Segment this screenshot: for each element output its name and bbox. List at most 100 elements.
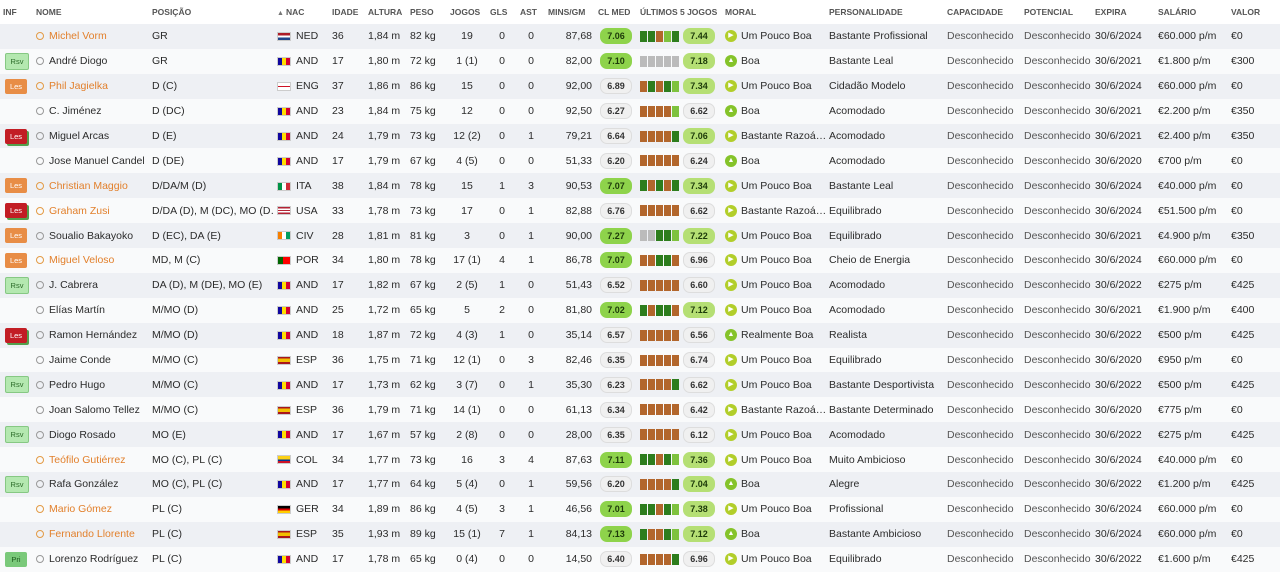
player-name[interactable]: Jose Manuel Candel (49, 155, 145, 167)
player-name[interactable]: J. Cabrera (49, 279, 98, 291)
table-row[interactable]: Joan Salomo Tellez M/MO (C) ESP 36 1,79 … (0, 397, 1280, 423)
table-row[interactable]: Les Miguel Veloso MD, M (C) POR 34 1,80 … (0, 248, 1280, 273)
status-badge[interactable]: Rsv (5, 426, 29, 444)
player-name[interactable]: Phil Jagielka (49, 80, 108, 92)
col-ast[interactable]: AST (517, 0, 545, 24)
table-row[interactable]: Rsv André Diogo GR AND 17 1,80 m 72 kg 1… (0, 48, 1280, 74)
status-badge[interactable]: Les (5, 128, 27, 144)
table-row[interactable]: Fernando Llorente PL (C) ESP 35 1,93 m 8… (0, 521, 1280, 547)
table-row[interactable]: Elías Martín M/MO (D) AND 25 1,72 m 65 k… (0, 297, 1280, 323)
table-row[interactable]: Les Phil Jagielka D (C) ENG 37 1,86 m 86… (0, 73, 1280, 99)
name-cell[interactable]: Joan Salomo Tellez (33, 397, 149, 423)
table-row[interactable]: Pri Lorenzo Rodríguez PL (C) AND 17 1,78… (0, 546, 1280, 572)
status-badge[interactable]: Rsv (5, 276, 29, 294)
table-row[interactable]: Rsv J. Cabrera DA (D), M (DE), MO (E) AN… (0, 272, 1280, 298)
name-cell[interactable]: Teófilo Gutiérrez (33, 447, 149, 473)
table-row[interactable]: Rsv Rafa González MO (C), PL (C) AND 17 … (0, 472, 1280, 497)
status-badge[interactable]: Rsv (5, 475, 29, 493)
name-cell[interactable]: Rafa González (33, 472, 149, 497)
table-row[interactable]: Jose Manuel Candel D (DE) AND 17 1,79 m … (0, 148, 1280, 174)
name-cell[interactable]: J. Cabrera (33, 272, 149, 298)
table-row[interactable]: Rsv Pedro Hugo M/MO (C) AND 17 1,73 m 62… (0, 372, 1280, 398)
table-row[interactable]: Les Christian Maggio D/DA/M (D) ITA 38 1… (0, 173, 1280, 199)
status-badge[interactable]: Les (5, 252, 27, 268)
player-name[interactable]: Lorenzo Rodríguez (49, 553, 138, 565)
name-cell[interactable]: Soualio Bakayoko (33, 223, 149, 249)
player-name[interactable]: Miguel Arcas (49, 130, 109, 142)
player-name[interactable]: Pedro Hugo (49, 379, 105, 391)
name-cell[interactable]: Graham Zusi (33, 198, 149, 224)
col-valor[interactable]: VALOR (1228, 0, 1280, 24)
table-row[interactable]: Les Miguel Arcas D (E) AND 24 1,79 m 73 … (0, 123, 1280, 149)
status-badge[interactable]: Les (5, 327, 27, 343)
col-idade[interactable]: IDADE (329, 0, 365, 24)
col-moral[interactable]: MORAL (722, 0, 826, 24)
status-badge[interactable]: Pri (5, 551, 27, 567)
player-name[interactable]: André Diogo (49, 55, 107, 67)
table-row[interactable]: Jaime Conde M/MO (C) ESP 36 1,75 m 71 kg… (0, 347, 1280, 373)
name-cell[interactable]: C. Jiménez (33, 98, 149, 124)
col-nome[interactable]: NOME (33, 0, 149, 24)
table-row[interactable]: Les Graham Zusi D/DA (D), M (DC), MO (D…… (0, 198, 1280, 224)
name-cell[interactable]: Pedro Hugo (33, 372, 149, 398)
name-cell[interactable]: Fernando Llorente (33, 521, 149, 547)
status-badge[interactable]: Les (5, 203, 27, 219)
name-cell[interactable]: Miguel Arcas (33, 123, 149, 149)
col-mins[interactable]: MINS/GM (545, 0, 595, 24)
player-name[interactable]: Miguel Veloso (49, 254, 114, 266)
name-cell[interactable]: Lorenzo Rodríguez (33, 546, 149, 572)
table-row[interactable]: C. Jiménez D (DC) AND 23 1,84 m 75 kg 12… (0, 98, 1280, 124)
col-ultimos[interactable]: ÚLTIMOS 5 JOGOS (637, 0, 722, 24)
player-name[interactable]: Michel Vorm (49, 30, 107, 42)
name-cell[interactable]: Miguel Veloso (33, 248, 149, 273)
table-row[interactable]: Les Soualio Bakayoko D (EC), DA (E) CIV … (0, 223, 1280, 249)
wage: €40.000 p/m (1155, 173, 1228, 199)
player-name[interactable]: C. Jiménez (49, 105, 102, 117)
player-name[interactable]: Fernando Llorente (49, 528, 135, 540)
col-capacidade[interactable]: CAPACIDADE (944, 0, 1021, 24)
col-posicao[interactable]: POSIÇÃO (149, 0, 274, 24)
name-cell[interactable]: André Diogo (33, 48, 149, 74)
col-gls[interactable]: GLS (487, 0, 517, 24)
name-cell[interactable]: Jose Manuel Candel (33, 148, 149, 174)
col-salario[interactable]: SALÁRIO (1155, 0, 1228, 24)
col-altura[interactable]: ALTURA (365, 0, 407, 24)
col-potencial[interactable]: POTENCIAL (1021, 0, 1092, 24)
col-clmed[interactable]: CL MED (595, 0, 637, 24)
name-cell[interactable]: Diogo Rosado (33, 422, 149, 448)
name-cell[interactable]: Phil Jagielka (33, 73, 149, 99)
player-name[interactable]: Rafa González (49, 478, 118, 490)
table-row[interactable]: Michel Vorm GR NED 36 1,84 m 82 kg 19 0 … (0, 24, 1280, 49)
name-cell[interactable]: Jaime Conde (33, 347, 149, 373)
player-name[interactable]: Mario Gómez (49, 503, 112, 515)
status-badge[interactable]: Rsv (5, 376, 29, 394)
player-name[interactable]: Teófilo Gutiérrez (49, 454, 125, 466)
player-name[interactable]: Jaime Conde (49, 354, 111, 366)
name-cell[interactable]: Christian Maggio (33, 173, 149, 199)
player-name[interactable]: Joan Salomo Tellez (49, 404, 140, 416)
col-nac[interactable]: ▲ NAC (274, 0, 329, 24)
player-name[interactable]: Ramon Hernández (49, 329, 137, 341)
status-badge[interactable]: Rsv (5, 52, 29, 70)
col-inf[interactable]: INF (0, 0, 33, 24)
table-row[interactable]: Mario Gómez PL (C) GER 34 1,89 m 86 kg 4… (0, 496, 1280, 522)
table-row[interactable]: Teófilo Gutiérrez MO (C), PL (C) COL 34 … (0, 447, 1280, 473)
name-cell[interactable]: Ramon Hernández (33, 322, 149, 348)
name-cell[interactable]: Elías Martín (33, 297, 149, 323)
col-jogos[interactable]: JOGOS (447, 0, 487, 24)
player-name[interactable]: Graham Zusi (49, 205, 110, 217)
col-expira[interactable]: EXPIRA (1092, 0, 1155, 24)
table-row[interactable]: Les Ramon Hernández M/MO (D) AND 18 1,87… (0, 322, 1280, 348)
name-cell[interactable]: Mario Gómez (33, 496, 149, 522)
status-badge[interactable]: Les (5, 228, 27, 244)
col-personalidade[interactable]: PERSONALIDADE (826, 0, 944, 24)
player-name[interactable]: Diogo Rosado (49, 429, 116, 441)
player-name[interactable]: Soualio Bakayoko (49, 230, 133, 242)
table-row[interactable]: Rsv Diogo Rosado MO (E) AND 17 1,67 m 57… (0, 422, 1280, 448)
status-badge[interactable]: Les (5, 178, 27, 194)
name-cell[interactable]: Michel Vorm (33, 24, 149, 49)
col-peso[interactable]: PESO (407, 0, 447, 24)
player-name[interactable]: Elías Martín (49, 304, 105, 316)
status-badge[interactable]: Les (5, 78, 27, 94)
player-name[interactable]: Christian Maggio (49, 180, 128, 192)
